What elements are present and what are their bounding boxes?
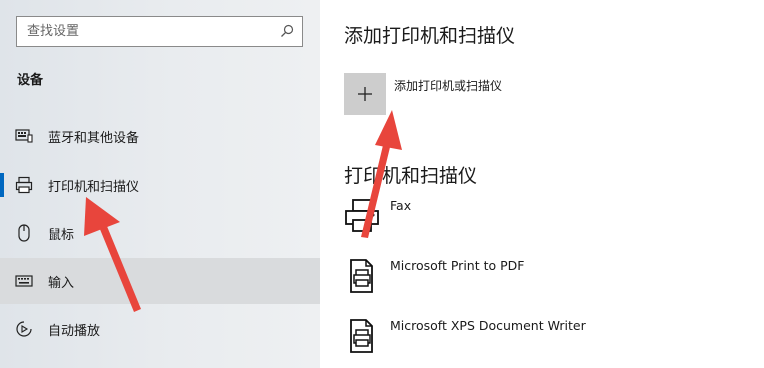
autoplay-icon (16, 321, 32, 337)
device-item-print-to-pdf[interactable]: Microsoft Print to PDF (344, 258, 744, 298)
device-name: Microsoft XPS Document Writer (390, 318, 586, 333)
sidebar-item-mouse[interactable]: 鼠标 (0, 210, 320, 256)
mouse-icon (18, 224, 30, 242)
device-item-xps-writer[interactable]: Microsoft XPS Document Writer (344, 318, 744, 358)
search-icon[interactable] (280, 24, 294, 38)
sidebar-item-typing[interactable]: 输入 (0, 258, 320, 304)
sidebar-item-autoplay[interactable]: 自动播放 (0, 306, 320, 352)
document-printer-icon (350, 259, 373, 293)
sidebar-item-label: 鼠标 (48, 228, 75, 243)
add-section-heading: 添加打印机和扫描仪 (344, 25, 516, 47)
sidebar-item-bluetooth[interactable]: 蓝牙和其他设备 (0, 113, 320, 159)
document-printer-icon (350, 319, 373, 353)
sidebar-item-label: 自动播放 (48, 324, 101, 339)
device-item-fax[interactable]: Fax (344, 198, 744, 238)
sidebar-item-label: 输入 (48, 276, 75, 291)
add-printer-button[interactable] (344, 73, 386, 115)
sidebar-item-label: 打印机和扫描仪 (48, 180, 140, 195)
bluetooth-devices-icon (15, 129, 33, 143)
section-title-devices: 设备 (17, 73, 44, 88)
search-box[interactable] (16, 16, 303, 47)
selection-indicator (0, 173, 4, 197)
add-printer-label[interactable]: 添加打印机或扫描仪 (394, 77, 502, 94)
device-name: Microsoft Print to PDF (390, 258, 525, 273)
fax-icon (345, 199, 379, 232)
sidebar: 设备 蓝牙和其他设备 打印机和扫描仪 鼠标 (0, 0, 320, 368)
plus-icon (358, 87, 372, 101)
printers-list-heading: 打印机和扫描仪 (344, 165, 478, 187)
sidebar-item-printers[interactable]: 打印机和扫描仪 (0, 162, 320, 208)
keyboard-icon (15, 275, 33, 287)
main-content: 添加打印机和扫描仪 添加打印机或扫描仪 打印机和扫描仪 Fax Microsof… (320, 0, 764, 368)
device-name: Fax (390, 198, 412, 213)
search-input[interactable] (27, 17, 267, 46)
printer-icon (15, 176, 33, 194)
sidebar-item-label: 蓝牙和其他设备 (48, 131, 140, 146)
